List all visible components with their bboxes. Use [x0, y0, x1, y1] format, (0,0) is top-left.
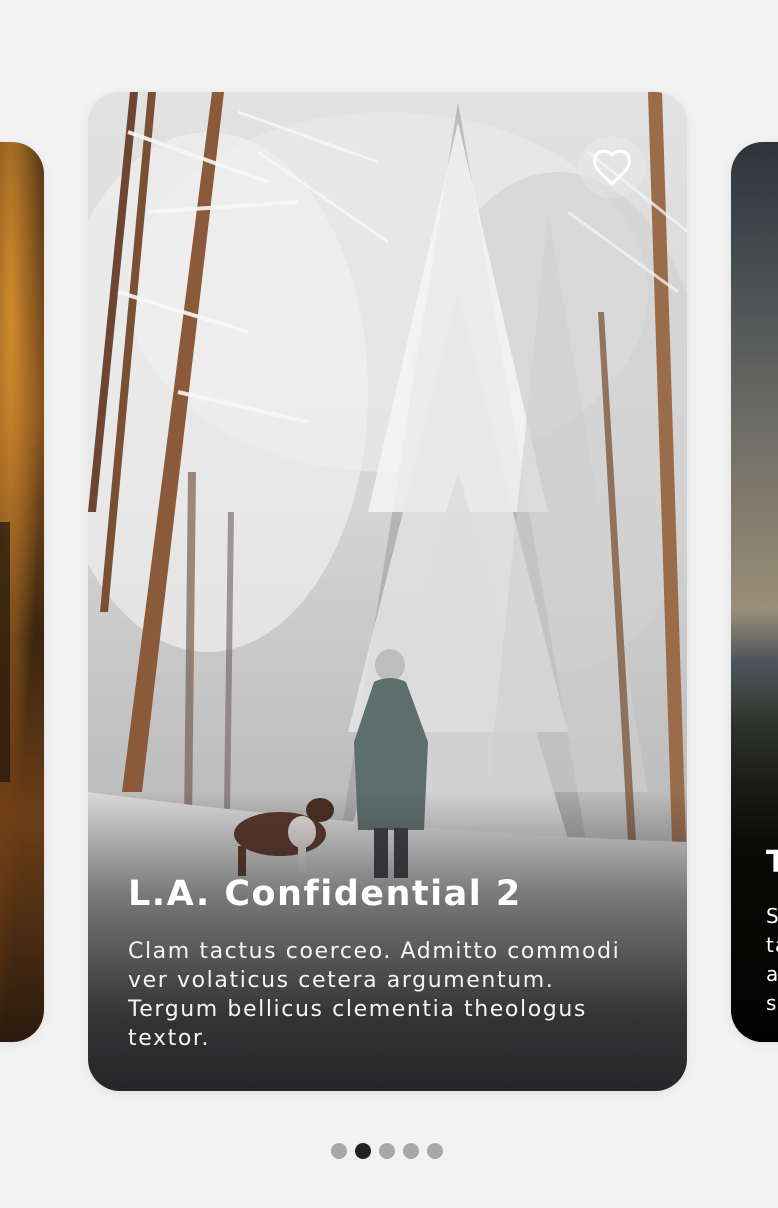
card-title: T — [766, 845, 778, 880]
pagination-dot[interactable] — [427, 1143, 443, 1159]
carousel-card-next[interactable]: T S ta a s — [731, 142, 778, 1042]
favorite-button[interactable] — [578, 136, 646, 198]
pagination-dot-active[interactable] — [355, 1143, 371, 1159]
carousel-card-current[interactable]: L.A. Confidential 2 Clam tactus coerceo.… — [88, 92, 687, 1091]
card-title: L.A. Confidential 2 — [128, 874, 522, 914]
card-description: Clam tactus coerceo. Admitto commodi ver… — [128, 939, 621, 1051]
carousel[interactable]: L.A. Confidential 2 Clam tactus coerceo.… — [0, 0, 778, 1208]
carousel-card-previous[interactable] — [0, 142, 44, 1042]
pagination-dot[interactable] — [403, 1143, 419, 1159]
card-description: S ta a s — [766, 904, 778, 1015]
pagination-dots — [331, 1143, 443, 1159]
heart-outline-icon — [593, 149, 631, 186]
pagination-dot[interactable] — [379, 1143, 395, 1159]
pagination-dot[interactable] — [331, 1143, 347, 1159]
